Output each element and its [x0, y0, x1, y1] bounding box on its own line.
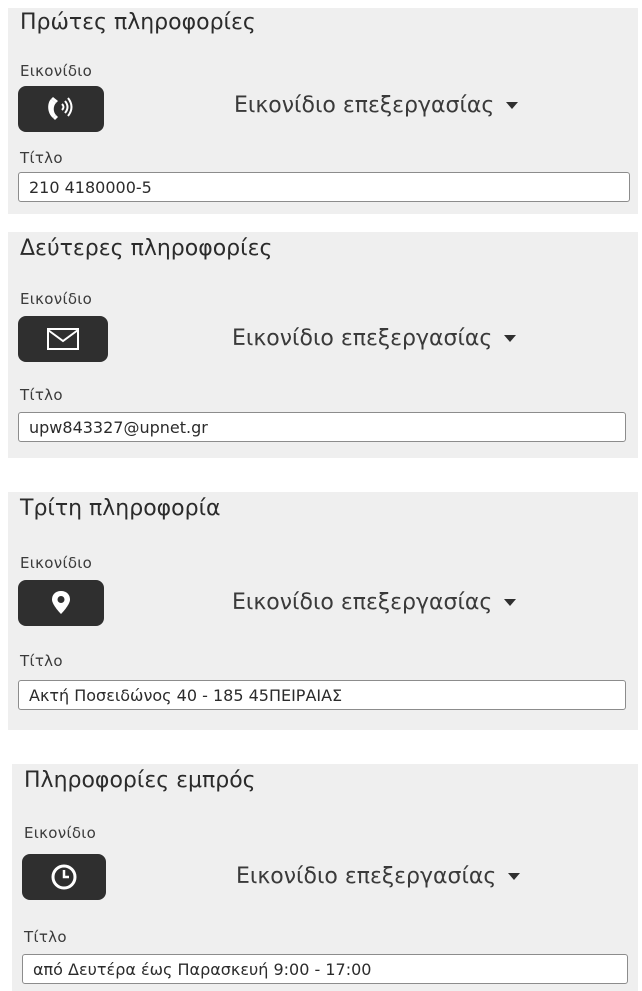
section-second-info: Δεύτερες πληροφορίες Εικονίδιο Εικονίδιο…	[8, 232, 638, 458]
section-title: Πληροφορίες εμπρός	[24, 768, 256, 793]
title-label: Τίτλο	[20, 149, 63, 167]
section-front-info: Πληροφορίες εμπρός Εικονίδιο Εικονίδιο ε…	[12, 764, 638, 991]
icon-label: Εικονίδιο	[24, 824, 97, 842]
phone-ringing-icon	[48, 97, 73, 120]
clock-icon-button[interactable]	[22, 854, 106, 900]
edit-icon-dropdown[interactable]: Εικονίδιο επεξεργασίας	[234, 93, 519, 118]
map-marker-icon	[52, 591, 70, 614]
caret-down-icon	[506, 102, 519, 109]
icon-label: Εικονίδιο	[20, 62, 93, 80]
map-marker-icon-button[interactable]	[18, 580, 104, 626]
phone-icon-button[interactable]	[18, 86, 104, 132]
edit-icon-dropdown-label: Εικονίδιο επεξεργασίας	[232, 590, 493, 615]
edit-icon-dropdown[interactable]: Εικονίδιο επεξεργασίας	[232, 590, 517, 615]
title-input[interactable]	[18, 680, 626, 710]
title-input[interactable]	[18, 412, 626, 442]
section-title: Δεύτερες πληροφορίες	[20, 236, 273, 261]
edit-icon-dropdown-label: Εικονίδιο επεξεργασίας	[236, 864, 497, 889]
icon-label: Εικονίδιο	[20, 554, 93, 572]
caret-down-icon	[508, 873, 521, 880]
title-input[interactable]	[22, 954, 628, 984]
caret-down-icon	[504, 335, 517, 342]
section-title: Τρίτη πληροφορία	[20, 496, 221, 521]
caret-down-icon	[504, 599, 517, 606]
clock-icon	[51, 864, 77, 890]
edit-icon-dropdown-label: Εικονίδιο επεξεργασίας	[234, 93, 495, 118]
edit-icon-dropdown[interactable]: Εικονίδιο επεξεργασίας	[232, 326, 517, 351]
icon-label: Εικονίδιο	[20, 290, 93, 308]
section-title: Πρώτες πληροφορίες	[20, 10, 256, 35]
section-first-info: Πρώτες πληροφορίες Εικονίδιο Εικονίδιο ε…	[8, 8, 638, 214]
edit-icon-dropdown-label: Εικονίδιο επεξεργασίας	[232, 326, 493, 351]
section-third-info: Τρίτη πληροφορία Εικονίδιο Εικονίδιο επε…	[8, 492, 638, 730]
title-label: Τίτλο	[20, 652, 63, 670]
envelope-icon	[47, 328, 79, 350]
title-input[interactable]	[18, 172, 630, 202]
title-label: Τίτλο	[24, 928, 67, 946]
title-label: Τίτλο	[20, 386, 63, 404]
envelope-icon-button[interactable]	[18, 316, 108, 362]
edit-icon-dropdown[interactable]: Εικονίδιο επεξεργασίας	[236, 864, 521, 889]
